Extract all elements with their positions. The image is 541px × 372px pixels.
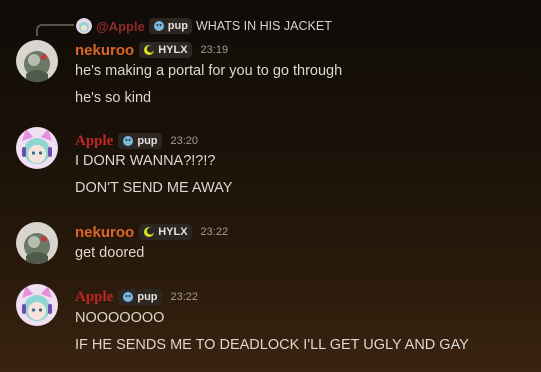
reply-preview[interactable]: @Apple pup WHATS IN HIS JACKET [76, 17, 332, 35]
message-text: NOOOOOOO [75, 310, 165, 326]
tag-label: HYLX [158, 44, 188, 56]
reply-author[interactable]: @Apple [96, 19, 145, 34]
avatar-apple[interactable] [16, 127, 58, 169]
message-text: I DONR WANNA?!?!? [75, 153, 216, 169]
message-header: nekuroo HYLX 23:22 [75, 222, 228, 242]
message-text: he's making a portal for you to go throu… [75, 63, 343, 79]
reply-tag-label: pup [167, 20, 188, 32]
timestamp: 23:22 [200, 226, 229, 238]
tag-label: pup [137, 135, 158, 147]
message-text: get doored [75, 245, 145, 261]
author-name[interactable]: nekuroo [75, 224, 134, 241]
crescent-icon [143, 226, 155, 238]
author-name[interactable]: Apple [75, 289, 113, 306]
crescent-icon [143, 44, 155, 56]
avatar-apple[interactable] [16, 284, 58, 326]
tag-badge: pup [118, 289, 162, 305]
timestamp: 23:22 [170, 291, 199, 303]
reply-avatar [76, 18, 92, 34]
message-text: DON'T SEND ME AWAY [75, 180, 233, 196]
tag-badge: pup [118, 133, 162, 149]
message-header: Apple pup 23:22 [75, 287, 198, 307]
author-name[interactable]: nekuroo [75, 42, 134, 59]
tag-label: pup [137, 291, 158, 303]
timestamp: 23:19 [200, 44, 229, 56]
message-header: Apple pup 23:20 [75, 131, 198, 151]
message-text: he's so kind [75, 90, 152, 106]
reply-text[interactable]: WHATS IN HIS JACKET [196, 19, 332, 33]
message-text: IF HE SENDS ME TO DEADLOCK I'LL GET UGLY… [75, 337, 469, 353]
reply-connector [36, 24, 74, 36]
reply-tag-badge: pup [148, 18, 192, 34]
avatar-nekuroo[interactable] [16, 40, 58, 82]
tag-badge: HYLX [139, 42, 192, 58]
message-header: nekuroo HYLX 23:19 [75, 40, 228, 60]
avatar-nekuroo[interactable] [16, 222, 58, 264]
pup-icon [153, 20, 165, 32]
pup-icon [122, 135, 134, 147]
timestamp: 23:20 [170, 135, 199, 147]
tag-badge: HYLX [139, 224, 192, 240]
author-name[interactable]: Apple [75, 133, 113, 150]
pup-icon [122, 291, 134, 303]
tag-label: HYLX [158, 226, 188, 238]
